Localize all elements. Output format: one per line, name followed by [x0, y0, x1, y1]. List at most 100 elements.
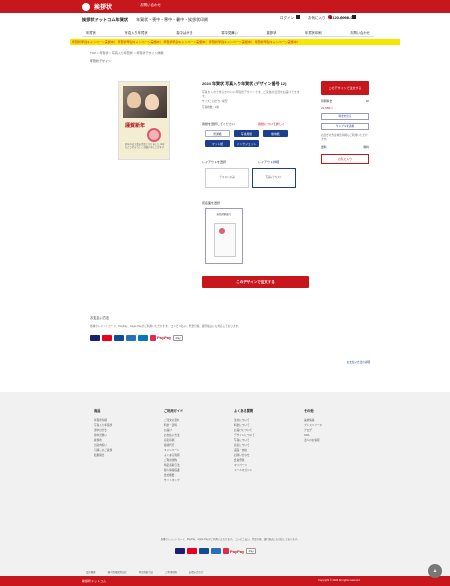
product-spec: 写真枚数：1枚 — [202, 105, 220, 109]
layout-info-link[interactable]: レイアウト詳細 — [258, 160, 279, 164]
greeting-text: 謹賀新年 — [125, 123, 146, 129]
mastercard-icon — [187, 548, 197, 554]
layout-option-label: レイアウトを選択 — [202, 160, 227, 164]
favorite-button[interactable]: お気に入り — [321, 154, 369, 165]
footer-link[interactable]: サイトマップ — [164, 478, 220, 483]
layout-choice-selected[interactable]: 写真+テキスト — [252, 168, 296, 188]
site-logo[interactable]: 挨拶状 — [82, 1, 112, 12]
child-face — [127, 92, 141, 108]
nav-item[interactable]: 年賀状印刷 — [301, 28, 325, 36]
visa-icon — [175, 548, 185, 554]
paper-option-button[interactable]: インクジェット — [234, 140, 259, 147]
footer-link[interactable]: 結婚報告 — [94, 453, 150, 458]
amex-icon — [126, 334, 136, 341]
footer-bar: 挨拶状ドットコム Copyright © 2023 All rights res… — [0, 576, 450, 586]
paypay-icon — [223, 548, 229, 554]
nav-item[interactable]: 年賀状 — [82, 28, 100, 36]
product-thumbnail[interactable]: 謹賀新年 旧年中は大変お世話になりました 本年もどうぞよろしくお願い申し上げます — [118, 81, 170, 160]
sidebar-order-button[interactable]: このデザインで注文する — [321, 81, 369, 95]
footer-heading: よくある質問 — [234, 409, 254, 413]
payment-detail-link[interactable]: お支払い方法の詳細 — [347, 360, 370, 364]
order-button[interactable]: このデザインで注文する — [202, 276, 309, 288]
login-link[interactable]: ログイン — [280, 15, 300, 21]
product-description: 写真を入れて作るかわいい年賀状デザインです。ご家族の近況をお届けできます。 — [202, 90, 300, 98]
footer-bottom-link[interactable]: 特定商取引法 — [139, 570, 153, 574]
page-heading: 年賀状デザイン — [90, 59, 112, 63]
user-icon — [296, 15, 300, 19]
campaign-banner[interactable]: 年賀状早割キャンペーン実施中！ 年賀状早割キャンペーン実施中！ 年賀状早割キャン… — [70, 39, 400, 45]
diners-icon — [138, 334, 148, 341]
header-top-link[interactable]: お問い合わせ — [140, 3, 161, 8]
paper-info-link[interactable]: 用紙について詳しく — [258, 122, 285, 126]
sample-button[interactable]: サンプルを請求 — [321, 123, 369, 130]
copyright: Copyright © 2023 All rights reserved. — [318, 579, 361, 582]
footer-heading: 商品 — [94, 409, 101, 413]
footer-link[interactable]: メールマガジン — [234, 468, 290, 473]
sidebar-desc: お急ぎの方は特急印刷もご利用いただけます。 — [321, 134, 368, 141]
order-sidebar: このデザインで注文する 印刷料金 ¥0 ¥1,650〜 料金を見る サンプルを請求… — [321, 81, 369, 165]
apple-pay-icon: Pay — [246, 548, 257, 554]
jcb-icon — [199, 548, 209, 554]
footer-link[interactable]: 法人のお客様 — [304, 438, 360, 443]
footer-bottom-link[interactable]: お問い合わせ — [189, 570, 203, 574]
sidebar-row: 送料 無料 — [321, 145, 369, 150]
payment-methods: PayPay Pay — [90, 334, 370, 341]
footer-heading: その他 — [304, 409, 314, 413]
paper-option-label: 用紙を選択してください — [202, 122, 235, 126]
card-text: 宛名印刷あり — [216, 213, 232, 216]
payment-heading: お支払い方法 — [90, 316, 110, 320]
footer-payment-methods: PayPay Pay — [175, 548, 257, 554]
footer-column: 商品 年賀状印刷 写真入り年賀状 喪中はがき 寒中見舞い 挨拶状 出産内祝い 引… — [94, 408, 150, 483]
nav-item[interactable]: 写真入り年賀状 — [121, 28, 152, 36]
paper-option-button[interactable]: 普通紙 — [205, 130, 230, 137]
main-nav: 年賀状 写真入り年賀状 喪中はがき 寒中見舞い 挨拶状 年賀状印刷 お問い合わせ — [82, 28, 374, 37]
layout-choice[interactable]: テキストのみ — [205, 168, 249, 188]
mastercard-icon — [102, 334, 112, 341]
footer-bottom-link[interactable]: 会社概要 — [86, 570, 96, 574]
price-button[interactable]: 料金を見る — [321, 113, 369, 120]
paper-option-button[interactable]: マット紙 — [205, 140, 230, 147]
paper-option-button[interactable]: 写真用紙 — [234, 130, 259, 137]
sidebar-price: ¥1,650〜 — [321, 106, 334, 110]
paypay-logo: PayPay — [150, 334, 171, 341]
footer-brand: 挨拶状ドットコム — [82, 579, 107, 583]
jcb-icon — [114, 334, 124, 341]
visa-icon — [90, 334, 100, 341]
breadcrumb[interactable]: TOP > 年賀状 > 写真入り年賀状 > 年賀状デザイン詳細 — [90, 51, 163, 55]
footer-payment-note: 各種クレジットカード、PayPay、Apple Payがご利用いただけます。 コ… — [160, 538, 300, 541]
arrow-up-icon: ▲ — [432, 568, 438, 574]
paypay-logo: PayPay — [223, 548, 244, 554]
nav-item[interactable]: 寒中見舞い — [217, 28, 241, 36]
logo-mark-icon — [82, 2, 90, 11]
nav-item[interactable]: お問い合わせ — [346, 28, 374, 36]
apple-pay-icon: Pay — [173, 334, 184, 341]
nav-item[interactable]: 挨拶状 — [263, 28, 281, 36]
paper-option-button[interactable]: 無地紙 — [263, 130, 288, 137]
favorite-link[interactable]: お気に入り — [308, 15, 332, 21]
footer: 商品 年賀状印刷 写真入り年賀状 喪中はがき 寒中見舞い 挨拶状 出産内祝い 引… — [0, 392, 450, 586]
footer-bottom-link[interactable]: 個人情報保護方針 — [108, 570, 127, 574]
scroll-to-top-button[interactable]: ▲ — [428, 564, 442, 578]
payment-section: お支払い方法 各種クレジットカード、PayPay、Apple Payがご利用いた… — [90, 315, 370, 364]
brand-name[interactable]: 挨拶状ドットコム年賀状 — [82, 17, 128, 23]
address-option-label: 宛名面を選択 — [202, 201, 221, 205]
product-spec: サイズ：はがき / 縦型 — [202, 100, 228, 103]
flower-icon — [147, 128, 161, 142]
thumbnail-note: 旧年中は大変お世話になりました 本年もどうぞよろしくお願い申し上げます — [125, 144, 165, 149]
footer-heading: ご利用ガイド — [164, 409, 184, 413]
paypay-icon — [150, 334, 156, 341]
footer-columns: 商品 年賀状印刷 写真入り年賀状 喪中はがき 寒中見舞い 挨拶状 出産内祝い 引… — [94, 408, 364, 483]
family-photo — [123, 86, 167, 118]
footer-bottom-link[interactable]: ご利用規約 — [165, 570, 177, 574]
nav-item[interactable]: 喪中はがき — [172, 28, 196, 36]
footer-column: その他 採用情報 プレスリリース ブログ SNS 法人のお客様 — [304, 408, 360, 483]
top-bar — [0, 0, 450, 13]
footer-bottom-links: 会社概要 個人情報保護方針 特定商取引法 ご利用規約 お問い合わせ — [86, 570, 386, 574]
footer-column: ご利用ガイド ご注文の流れ 料金・送料 お届け お支払い方法 宛名印刷 投函代行… — [164, 408, 220, 483]
product-info: 2024 年賀状 写真入り年賀状 (デザイン番号 12) 写真を入れて作るかわい… — [202, 81, 302, 109]
payment-text: 各種クレジットカード、PayPay、Apple Payがご利用いただけます。 コ… — [90, 325, 241, 328]
amex-icon — [211, 548, 221, 554]
sidebar-row: 印刷料金 ¥0 — [321, 99, 369, 103]
address-choice-card[interactable]: 宛名印刷あり — [205, 208, 243, 264]
child-face — [145, 94, 159, 110]
